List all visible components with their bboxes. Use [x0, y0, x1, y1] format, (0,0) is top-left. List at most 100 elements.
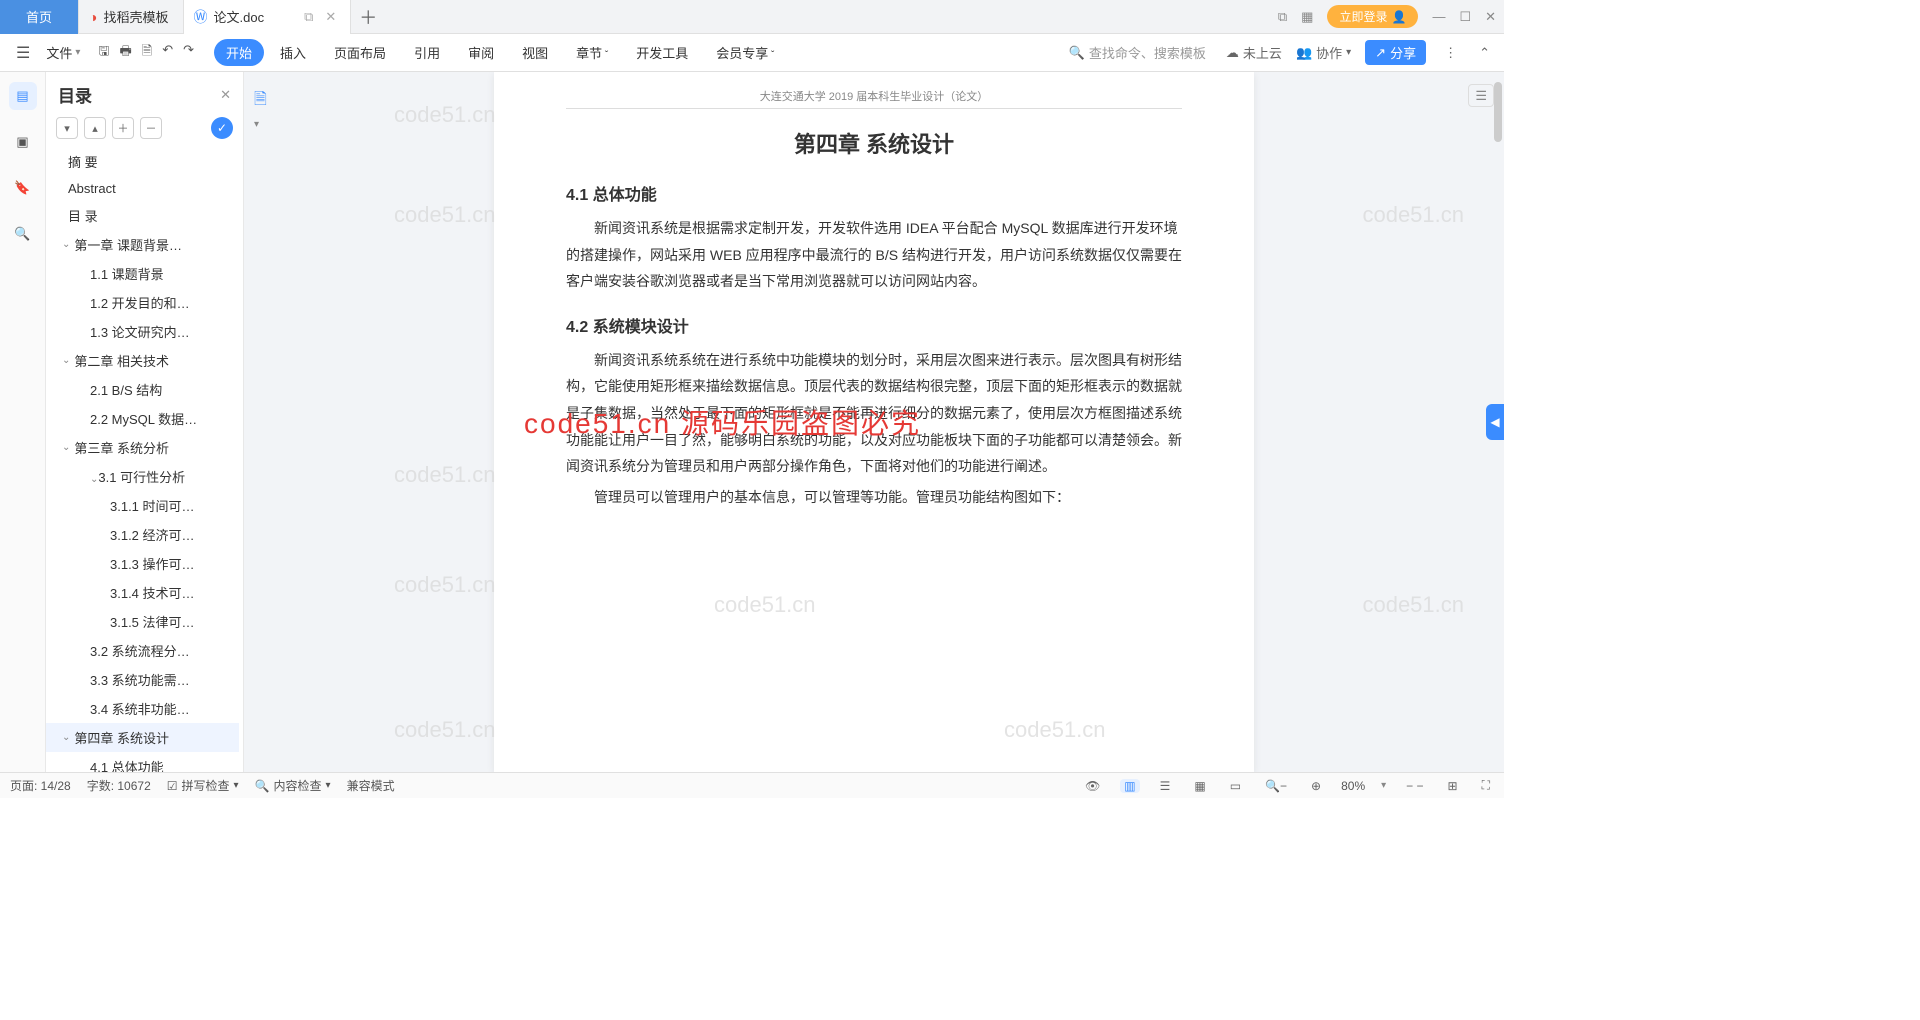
toc-label: 2.1 B/S 结构 — [90, 383, 162, 398]
toolbox-icon[interactable]: ☰ — [1468, 84, 1494, 107]
toc-item[interactable]: 3.1.2 经济可… — [46, 520, 239, 549]
toc-item[interactable]: 3.3 系统功能需… — [46, 665, 239, 694]
toc-item[interactable]: 2.2 MySQL 数据… — [46, 404, 239, 433]
remove-level-icon[interactable]: － — [140, 117, 162, 139]
toc-item[interactable]: 3.2 系统流程分… — [46, 636, 239, 665]
ribbon-tab[interactable]: 开始 — [214, 39, 264, 66]
ribbon-tab[interactable]: 引用 — [402, 39, 452, 66]
scroll-thumb[interactable] — [1494, 82, 1502, 142]
toc-item[interactable]: ⌄第二章 相关技术 — [46, 346, 239, 375]
toc-item[interactable]: 3.1.5 法律可… — [46, 607, 239, 636]
sync-badge-icon[interactable]: ✓ — [211, 117, 233, 139]
detach-icon[interactable]: ⧉ — [304, 9, 313, 25]
watermark: code51.cn — [394, 717, 496, 743]
menu-icon[interactable]: ☰ — [10, 43, 36, 63]
tab-template[interactable]: ◑ 找稻壳模板 — [79, 0, 183, 34]
zoom-out-icon[interactable]: 🔍− — [1261, 779, 1291, 793]
share-button[interactable]: ↗分享 — [1365, 40, 1426, 65]
toc-item[interactable]: 3.1.4 技术可… — [46, 578, 239, 607]
reading-layout-icon[interactable]: 👁 — [1081, 779, 1104, 793]
toc-label: 第二章 相关技术 — [74, 351, 169, 370]
nav-icon[interactable]: ▣ — [9, 128, 37, 156]
zoom-slider-decrease[interactable]: − − — [1402, 779, 1427, 793]
sidebar-close-icon[interactable]: ✕ — [220, 87, 231, 103]
compat-mode[interactable]: 兼容模式 — [347, 777, 395, 794]
spellcheck-toggle[interactable]: ☑拼写检查▾ — [167, 777, 239, 794]
document-page[interactable]: 大连交通大学 2019 届本科生毕业设计（论文） 第四章 系统设计 4.1 总体… — [494, 72, 1254, 772]
web-layout-icon[interactable]: ▦ — [1190, 779, 1209, 793]
share-icon: ↗ — [1375, 45, 1386, 61]
toc-item[interactable]: 目 录 — [46, 201, 239, 230]
close-tab-icon[interactable]: ✕ — [325, 9, 336, 25]
toc-item[interactable]: 3.4 系统非功能… — [46, 694, 239, 723]
save-icon[interactable]: 🖫 — [98, 42, 109, 64]
ribbon-tab[interactable]: 页面布局 — [322, 39, 398, 66]
ribbon-tab[interactable]: 开发工具 — [624, 39, 700, 66]
page-layout-icon[interactable]: ▥ — [1120, 779, 1139, 793]
zoom-fit-icon[interactable]: ⊕ — [1307, 779, 1325, 793]
expand-all-icon[interactable]: ▴ — [84, 117, 106, 139]
paragraph: 管理员可以管理用户的基本信息，可以管理等功能。管理员功能结构图如下： — [566, 484, 1182, 511]
toc-label: 3.2 系统流程分… — [90, 644, 190, 659]
content-check[interactable]: 🔍内容检查▾ — [255, 777, 331, 794]
outline-layout-icon[interactable]: ☰ — [1156, 779, 1175, 793]
file-menu[interactable]: 文件▾ — [38, 43, 88, 62]
section-heading: 4.1 总体功能 — [566, 181, 1182, 205]
fullscreen-icon[interactable]: ⛶ — [1478, 778, 1494, 793]
preview-icon[interactable]: 🗎 — [142, 42, 152, 64]
toc-item[interactable]: 1.2 开发目的和… — [46, 288, 239, 317]
undo-icon[interactable]: ↶ — [162, 42, 173, 64]
toc-item[interactable]: 2.1 B/S 结构 — [46, 375, 239, 404]
toc-item[interactable]: Abstract — [46, 176, 239, 201]
collab-button[interactable]: 👥协作▾ — [1296, 43, 1351, 62]
user-icon: 👤 — [1391, 10, 1406, 24]
toc-item[interactable]: 1.3 论文研究内… — [46, 317, 239, 346]
ribbon-tab[interactable]: 审阅 — [456, 39, 506, 66]
outline-icon[interactable]: ▤ — [9, 82, 37, 110]
toc-item[interactable]: 摘 要 — [46, 147, 239, 176]
login-button[interactable]: 立即登录 👤 — [1327, 5, 1418, 28]
toc-item[interactable]: 1.1 课题背景 — [46, 259, 239, 288]
toc-item[interactable]: 3.1.1 时间可… — [46, 491, 239, 520]
cloud-status[interactable]: ☁未上云 — [1226, 43, 1282, 62]
toc-item[interactable]: 4.1 总体功能 — [46, 752, 239, 772]
sidebar-tools: ▾ ▴ ＋ － ✓ — [46, 113, 243, 147]
zoom-level[interactable]: 80% — [1341, 779, 1365, 793]
dropdown-icon[interactable]: ▾ — [254, 119, 267, 130]
ribbon-tab[interactable]: 章节 ˇ — [564, 39, 620, 66]
word-count[interactable]: 字数: 10672 — [87, 777, 151, 794]
toc-item[interactable]: ⌄第一章 课题背景… — [46, 230, 239, 259]
collapse-all-icon[interactable]: ▾ — [56, 117, 78, 139]
tab-home[interactable]: 首页 — [0, 0, 79, 34]
command-search[interactable]: 🔍 查找命令、搜索模板 — [1063, 41, 1212, 64]
docer-icon: ◑ — [89, 9, 97, 25]
minimize-icon[interactable]: — — [1432, 9, 1445, 24]
bookmark-icon[interactable]: 🔖 — [9, 174, 37, 202]
toc-item[interactable]: ⌄第三章 系统分析 — [46, 433, 239, 462]
ribbon-more-icon[interactable]: ⋮ — [1440, 45, 1461, 61]
maximize-icon[interactable]: ☐ — [1459, 9, 1471, 25]
ribbon-collapse-icon[interactable]: ⌃ — [1475, 45, 1494, 61]
scrollbar[interactable] — [1494, 82, 1502, 762]
redo-icon[interactable]: ↷ — [183, 42, 194, 64]
toc-item[interactable]: ⌄第四章 系统设计 — [46, 723, 239, 752]
add-level-icon[interactable]: ＋ — [112, 117, 134, 139]
ribbon-tab[interactable]: 插入 — [268, 39, 318, 66]
close-window-icon[interactable]: ✕ — [1485, 9, 1496, 25]
best-fit-icon[interactable]: ⊞ — [1444, 779, 1462, 793]
page-icon[interactable]: 🗎 — [254, 88, 267, 115]
tab-document[interactable]: Ⓦ 论文.doc ⧉ ✕ — [184, 0, 352, 34]
toc-item[interactable]: 3.1.3 操作可… — [46, 549, 239, 578]
toc-item[interactable]: ⌄3.1 可行性分析 — [46, 462, 239, 491]
toc-label: 3.1.1 时间可… — [110, 499, 195, 514]
search-rail-icon[interactable]: 🔍 — [9, 220, 37, 248]
toc-label: 3.1 可行性分析 — [98, 470, 185, 485]
ribbon-tab[interactable]: 视图 — [510, 39, 560, 66]
focus-mode-icon[interactable]: ▭ — [1226, 779, 1245, 793]
apps-icon[interactable]: ▦ — [1301, 9, 1313, 25]
print-icon[interactable]: 🖶 — [119, 42, 131, 64]
new-tab-button[interactable]: ＋ — [351, 4, 385, 30]
layout-icon[interactable]: ⧉ — [1278, 9, 1287, 25]
ribbon-tab[interactable]: 会员专享 ˇ — [704, 39, 786, 66]
page-count[interactable]: 页面: 14/28 — [10, 777, 71, 794]
